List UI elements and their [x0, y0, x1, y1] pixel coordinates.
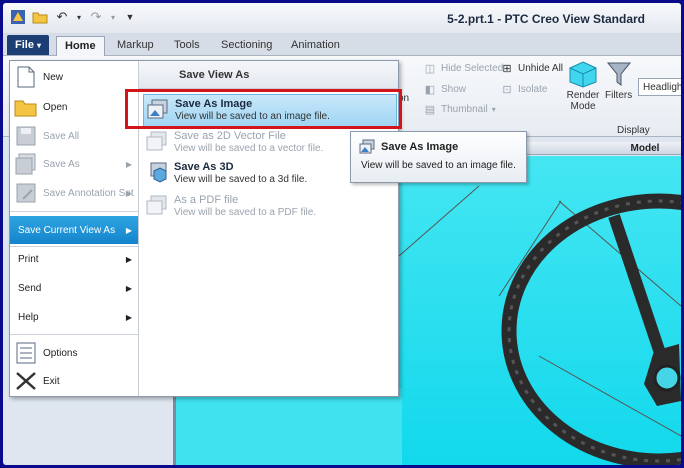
filters-button[interactable]: Filters — [605, 60, 632, 101]
show-button[interactable]: ◧ Show — [423, 82, 466, 96]
highlight-annotation-box — [125, 89, 402, 129]
redo-icon[interactable]: ↷ — [87, 8, 105, 26]
save-image-icon — [359, 139, 375, 154]
menu-send[interactable]: Send ▶ — [10, 274, 138, 302]
file-menu-commands: New Open Save All Save As ▶ Save Annotat… — [10, 61, 139, 396]
unhide-icon: ⊞ — [502, 62, 512, 75]
chevron-down-icon: ▾ — [491, 104, 496, 114]
headlights-dropdown[interactable]: Headlight — [638, 78, 681, 96]
save-as-pdf-item[interactable]: As a PDF file View will be saved to a PD… — [143, 191, 395, 223]
window-title: 5-2.prt.1 - PTC Creo View Standard — [447, 12, 645, 26]
tab-animation[interactable]: Animation — [283, 36, 348, 55]
tab-file[interactable]: File ▾ — [7, 35, 50, 55]
chevron-right-icon: ▶ — [125, 225, 132, 235]
open-folder-icon — [13, 95, 39, 119]
thumbnail-button[interactable]: ▤ Thumbnail ▾ — [423, 102, 496, 116]
menu-print[interactable]: Print ▶ — [10, 245, 138, 273]
menu-save-annotation-set[interactable]: Save Annotation Set ▶ — [10, 179, 138, 207]
save-3d-icon — [150, 162, 167, 183]
save-as-icon — [13, 152, 39, 176]
customize-icon[interactable]: ▼ — [121, 8, 139, 26]
filter-icon — [606, 62, 631, 86]
menu-save-current-view-as[interactable]: Save Current View As ▶ — [10, 216, 138, 244]
tab-markup[interactable]: Markup — [109, 36, 162, 55]
menu-exit[interactable]: Exit — [10, 367, 138, 395]
redo-dropdown-icon[interactable]: ▾ — [109, 8, 117, 26]
menu-separator — [10, 334, 138, 335]
pdf-file-icon — [146, 195, 167, 215]
render-mode-button[interactable]: Render Mode — [565, 60, 601, 112]
hide-selected-button[interactable]: ◫ Hide Selected — [423, 61, 503, 75]
tooltip-description: View will be saved to an image file. — [361, 160, 516, 171]
ribbon-tabs: File ▾ Home Markup Tools Sectioning Anim… — [3, 33, 681, 56]
undo-dropdown-icon[interactable]: ▾ — [75, 8, 83, 26]
unhide-all-button[interactable]: ⊞ Unhide All — [500, 61, 563, 75]
chevron-down-icon: ▾ — [37, 41, 42, 50]
isolate-icon: ⊡ — [502, 83, 512, 96]
app-icon[interactable] — [9, 8, 27, 26]
quick-access-toolbar: ↶ ▾ ↷ ▾ ▼ — [9, 8, 139, 26]
tooltip-title: Save As Image — [381, 141, 459, 153]
cube-icon — [569, 61, 597, 88]
tab-home[interactable]: Home — [56, 36, 105, 56]
steering-wheel-model — [399, 185, 681, 465]
model-viewport[interactable] — [399, 156, 681, 465]
options-list-icon — [13, 341, 39, 365]
tab-sectioning[interactable]: Sectioning — [213, 36, 280, 55]
vector-file-icon — [146, 131, 167, 151]
exit-icon — [13, 369, 39, 393]
menu-save-as[interactable]: Save As ▶ — [10, 150, 138, 178]
tab-tools[interactable]: Tools — [166, 36, 208, 55]
menu-open[interactable]: Open — [10, 93, 138, 121]
new-document-icon — [13, 65, 39, 89]
menu-help[interactable]: Help ▶ — [10, 303, 138, 331]
menu-options[interactable]: Options — [10, 339, 138, 367]
chevron-right-icon: ▶ — [125, 254, 132, 264]
hide-icon: ◫ — [424, 62, 436, 75]
chevron-right-icon: ▶ — [125, 159, 132, 169]
chevron-right-icon: ▶ — [125, 283, 132, 293]
thumbnail-icon: ▤ — [424, 103, 436, 116]
viewport-left-strip — [173, 388, 402, 465]
open-folder-icon[interactable] — [31, 8, 49, 26]
chevron-right-icon: ▶ — [125, 188, 132, 198]
show-icon: ◧ — [424, 83, 436, 96]
save-as-image-tooltip: Save As Image View will be saved to an i… — [350, 131, 527, 183]
display-group-label: Display — [617, 125, 650, 136]
menu-separator — [10, 211, 138, 212]
title-bar: ↶ ▾ ↷ ▾ ▼ 5-2.prt.1 - PTC Creo View Stan… — [3, 3, 681, 33]
save-all-icon — [13, 124, 39, 148]
menu-save-all[interactable]: Save All — [10, 122, 138, 150]
undo-icon[interactable]: ↶ — [53, 8, 71, 26]
chevron-right-icon: ▶ — [125, 312, 132, 322]
isolate-button[interactable]: ⊡ Isolate — [500, 82, 547, 96]
submenu-title: Save View As — [139, 61, 398, 89]
menu-new[interactable]: New — [10, 63, 138, 91]
save-annotation-icon — [13, 181, 39, 205]
